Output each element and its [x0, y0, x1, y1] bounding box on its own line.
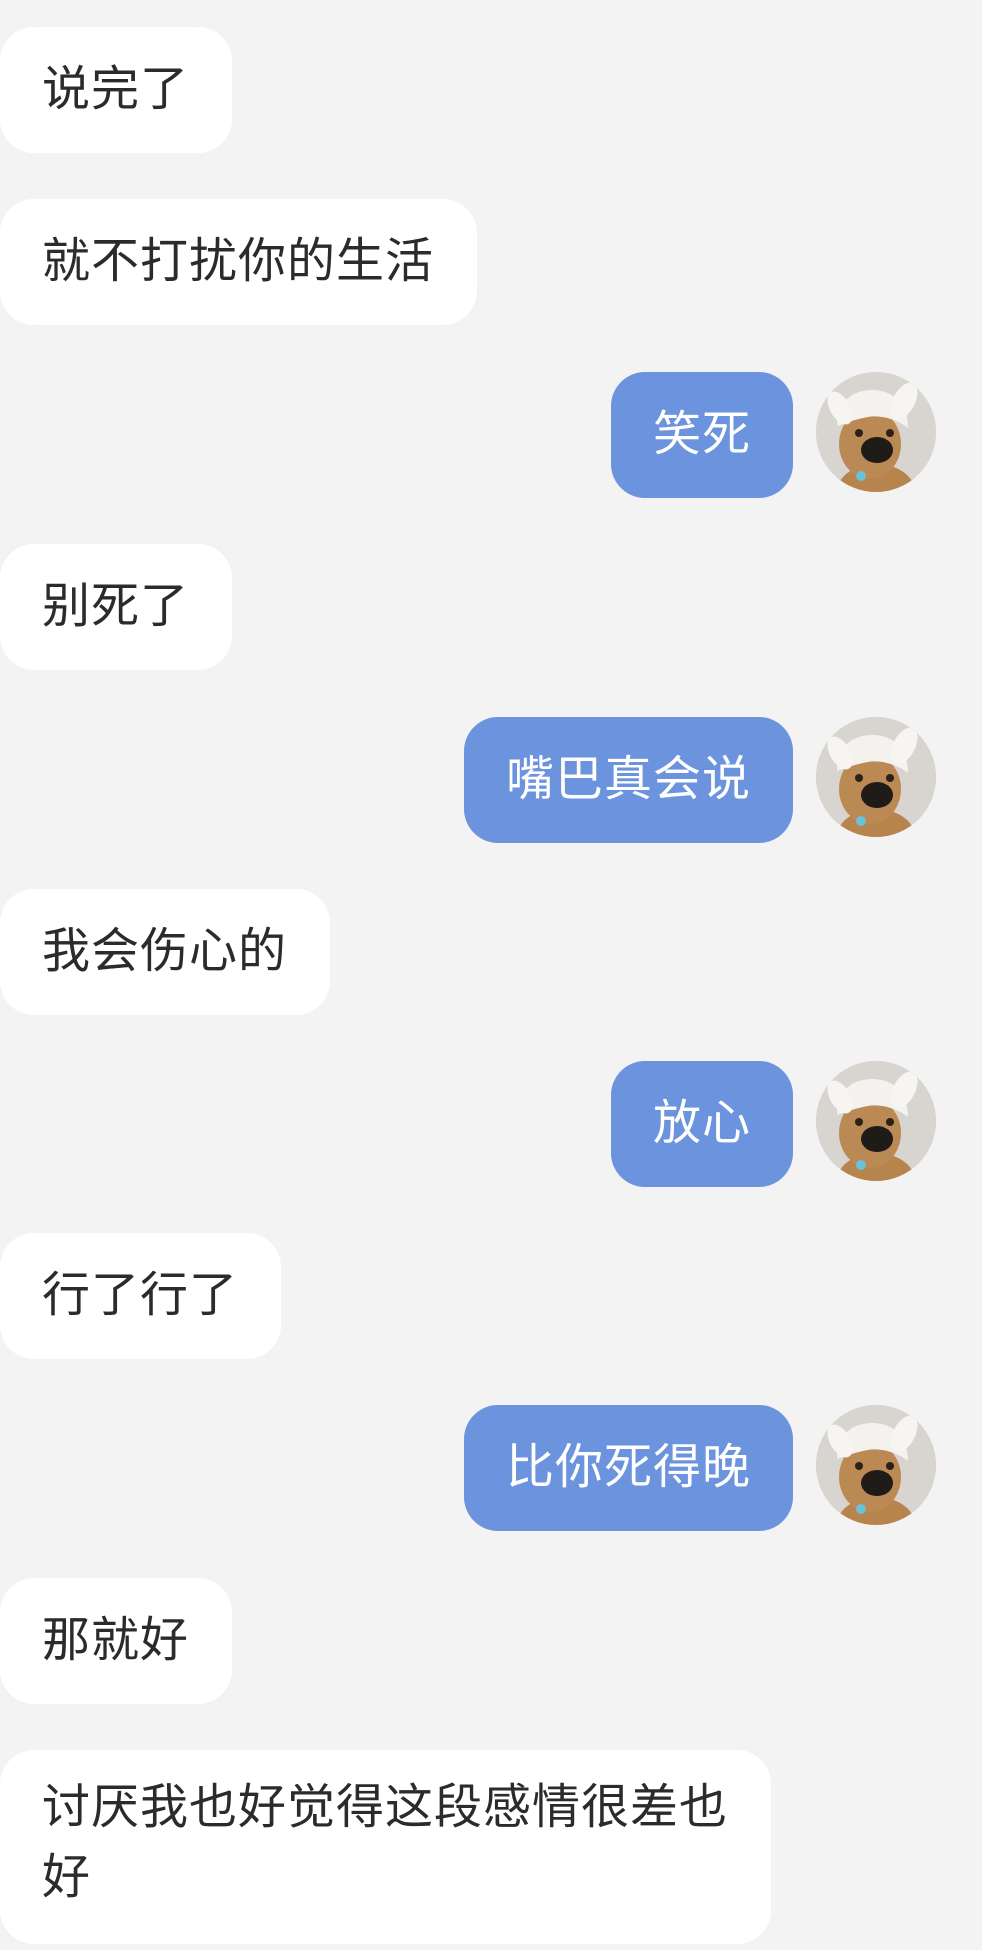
message-row: 行了行了	[0, 1233, 982, 1359]
outgoing-message-bubble[interactable]: 嘴巴真会说	[464, 717, 793, 843]
incoming-message-bubble[interactable]: 讨厌我也好觉得这段感情很差也好	[0, 1750, 771, 1944]
incoming-message-bubble[interactable]: 我会伤心的	[0, 889, 330, 1015]
message-row: 嘴巴真会说	[0, 717, 982, 843]
message-row: 我会伤心的	[0, 889, 982, 1015]
message-text: 说完了	[42, 61, 190, 117]
chat-thread[interactable]: 说完了 就不打扰你的生活 笑死 别死了 嘴巴真会说 我会伤心的 放心 行了行了 …	[0, 0, 982, 1950]
outgoing-message-bubble[interactable]: 笑死	[611, 372, 793, 498]
bunny-hat-plush-dog-avatar-icon	[816, 372, 936, 492]
message-text: 嘴巴真会说	[506, 751, 752, 807]
message-row: 笑死	[0, 372, 982, 498]
bunny-hat-plush-dog-avatar-icon	[816, 717, 936, 837]
bunny-hat-plush-dog-avatar-icon	[816, 1061, 936, 1181]
message-row: 说完了	[0, 27, 982, 153]
incoming-message-bubble[interactable]: 行了行了	[0, 1233, 281, 1359]
user-avatar[interactable]	[816, 372, 936, 492]
message-text: 比你死得晚	[506, 1439, 752, 1495]
message-text: 别死了	[42, 578, 190, 634]
incoming-message-bubble[interactable]: 就不打扰你的生活	[0, 199, 477, 325]
message-row: 就不打扰你的生活	[0, 199, 982, 325]
message-text: 行了行了	[42, 1267, 239, 1323]
incoming-message-bubble[interactable]: 别死了	[0, 544, 232, 670]
incoming-message-bubble[interactable]: 说完了	[0, 27, 232, 153]
message-text: 那就好	[42, 1612, 190, 1668]
bunny-hat-plush-dog-avatar-icon	[816, 1405, 936, 1525]
incoming-message-bubble[interactable]: 那就好	[0, 1578, 232, 1704]
message-row: 那就好	[0, 1578, 982, 1704]
message-text: 我会伤心的	[42, 923, 288, 979]
user-avatar[interactable]	[816, 717, 936, 837]
message-text: 就不打扰你的生活	[42, 233, 435, 289]
message-row: 讨厌我也好觉得这段感情很差也好	[0, 1750, 982, 1944]
user-avatar[interactable]	[816, 1405, 936, 1525]
outgoing-message-bubble[interactable]: 比你死得晚	[464, 1405, 793, 1531]
message-row: 别死了	[0, 544, 982, 670]
message-text: 放心	[653, 1095, 752, 1151]
user-avatar[interactable]	[816, 1061, 936, 1181]
outgoing-message-bubble[interactable]: 放心	[611, 1061, 793, 1187]
message-row: 比你死得晚	[0, 1405, 982, 1531]
message-text: 笑死	[653, 406, 752, 462]
message-text: 讨厌我也好觉得这段感情很差也好	[42, 1779, 729, 1905]
message-row: 放心	[0, 1061, 982, 1187]
